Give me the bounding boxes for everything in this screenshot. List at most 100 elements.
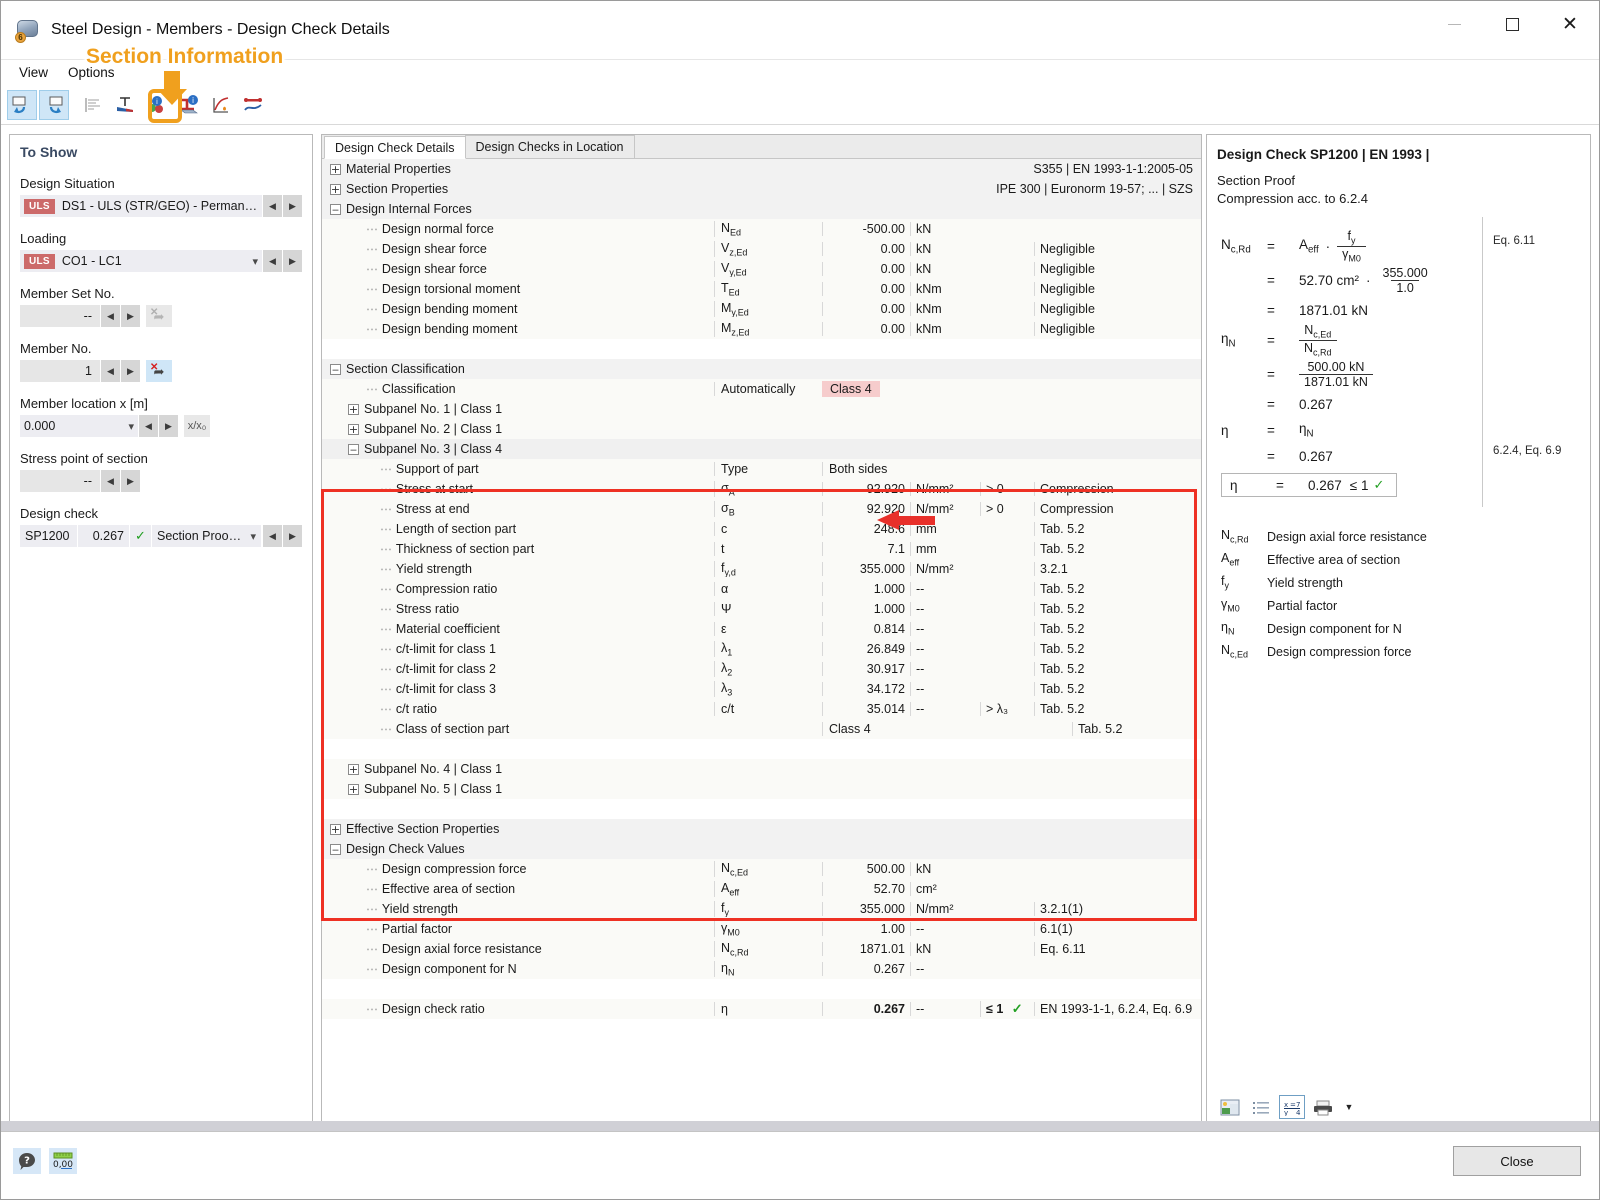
- member-location-next-button[interactable]: ▶: [158, 415, 178, 437]
- table-row: ‧‧‧ Design component for N ηN 0.267 --: [322, 959, 1201, 979]
- formula-panel-title: Design Check SP1200 | EN 1993 |: [1217, 147, 1430, 162]
- expand-toggle-icon[interactable]: +: [348, 783, 359, 795]
- member-set-input[interactable]: --: [20, 305, 100, 327]
- table-row: ‧‧‧ Effective area of section Aeff 52.70 …: [322, 879, 1201, 899]
- design-situation-row: ULS DS1 - ULS (STR/GEO) - Permane... ◀ ▶: [20, 195, 302, 217]
- design-check-prev-button[interactable]: ◀: [262, 525, 282, 547]
- maximize-button[interactable]: [1483, 1, 1541, 47]
- subpanel-5-row[interactable]: + Subpanel No. 5 | Class 1: [322, 779, 1201, 799]
- group-label: Section Properties: [346, 182, 449, 196]
- fire-design-icon[interactable]: [206, 90, 236, 120]
- design-situation-combo[interactable]: ULS DS1 - ULS (STR/GEO) - Permane...: [20, 195, 262, 217]
- menu-item-view[interactable]: View: [9, 62, 58, 83]
- stress-point-prev-button[interactable]: ◀: [100, 470, 120, 492]
- material-information-icon[interactable]: i: [142, 90, 172, 120]
- menu-item-options[interactable]: Options: [58, 62, 125, 83]
- help-button[interactable]: ?: [13, 1148, 41, 1174]
- table-row: ‧‧‧ Length of section part c 248.6 mm Tab…: [322, 519, 1201, 539]
- member-set-prev-button[interactable]: ◀: [100, 305, 120, 327]
- design-situation-next-button[interactable]: ▶: [282, 195, 302, 217]
- dropdown-arrow-icon[interactable]: ▼: [1341, 1095, 1357, 1119]
- collapse-toggle-icon[interactable]: ‒: [348, 443, 359, 455]
- stress-point-input[interactable]: --: [20, 470, 100, 492]
- tab-design-checks-in-location[interactable]: Design Checks in Location: [464, 135, 635, 158]
- member-set-pick-button[interactable]: ✕ ➦: [146, 305, 172, 327]
- subpanel-2-row[interactable]: + Subpanel No. 2 | Class 1: [322, 419, 1201, 439]
- expand-toggle-icon[interactable]: +: [330, 183, 341, 195]
- loading-label: Loading: [20, 231, 67, 246]
- member-location-label: Member location x [m]: [20, 396, 148, 411]
- row-spacer: [322, 979, 1201, 999]
- units-button[interactable]: 0,00: [49, 1148, 77, 1174]
- subpanel-4-row[interactable]: + Subpanel No. 4 | Class 1: [322, 759, 1201, 779]
- next-view-icon[interactable]: [39, 89, 69, 120]
- previous-view-icon[interactable]: [7, 89, 37, 120]
- collapse-toggle-icon[interactable]: ‒: [330, 363, 341, 375]
- member-no-next-button[interactable]: ▶: [120, 360, 140, 382]
- expand-toggle-icon[interactable]: +: [330, 823, 341, 835]
- tab-design-check-details[interactable]: Design Check Details: [324, 136, 466, 159]
- stress-point-next-button[interactable]: ▶: [120, 470, 140, 492]
- member-no-pick-button[interactable]: ✕ ➦: [146, 360, 172, 382]
- loading-combo[interactable]: ULS CO1 - LC1 ▾: [20, 250, 262, 272]
- result-diagram-icon[interactable]: [78, 90, 108, 120]
- member-no-row: 1 ◀ ▶ ✕ ➦: [20, 360, 302, 382]
- member-no-input[interactable]: 1: [20, 360, 100, 382]
- design-situation-prev-button[interactable]: ◀: [262, 195, 282, 217]
- group-effective-section-properties[interactable]: + Effective Section Properties: [322, 819, 1201, 839]
- symbol-legend: Nc,Rd Design axial force resistance Aeff…: [1207, 525, 1590, 663]
- section-information-icon[interactable]: i: [174, 90, 204, 120]
- list-icon[interactable]: [1248, 1095, 1274, 1119]
- subpanel-3-row[interactable]: ‒ Subpanel No. 3 | Class 4: [322, 439, 1201, 459]
- member-location-group: Member location x [m] 0.000 ▾ ◀ ▶ x/x₀: [10, 382, 312, 437]
- loading-next-button[interactable]: ▶: [282, 250, 302, 272]
- x-over-x0-label: x/x₀: [187, 420, 207, 432]
- formula-row-etan-result: = 0.267: [1267, 396, 1333, 412]
- subpanel-1-row[interactable]: + Subpanel No. 1 | Class 1: [322, 399, 1201, 419]
- group-label: Section Classification: [346, 362, 465, 376]
- expand-toggle-icon[interactable]: +: [348, 403, 359, 415]
- group-design-check-values[interactable]: ‒ Design Check Values: [322, 839, 1201, 859]
- picture-icon[interactable]: [1217, 1095, 1243, 1119]
- toolbar: i i: [1, 85, 1599, 125]
- expand-toggle-icon[interactable]: +: [348, 763, 359, 775]
- collapse-toggle-icon[interactable]: ‒: [330, 203, 341, 215]
- member-location-prev-button[interactable]: ◀: [138, 415, 158, 437]
- stress-point-row: -- ◀ ▶: [20, 470, 302, 492]
- table-row: ‧‧‧ Design torsional moment TEd 0.00 kNm …: [322, 279, 1201, 299]
- member-set-next-button[interactable]: ▶: [120, 305, 140, 327]
- table-row: ‧‧‧ Stress at start σA 92.920 N/mm² > 0 C…: [322, 479, 1201, 499]
- print-icon[interactable]: [1310, 1095, 1336, 1119]
- svg-text:i: i: [156, 98, 158, 106]
- group-material-properties[interactable]: + Material Properties S355 | EN 1993-1-1…: [322, 159, 1201, 179]
- member-result-icon[interactable]: [238, 90, 268, 120]
- member-no-prev-button[interactable]: ◀: [100, 360, 120, 382]
- design-check-description[interactable]: Section Proof | C... ▾: [152, 525, 262, 547]
- close-button[interactable]: Close: [1453, 1146, 1581, 1176]
- minimize-button[interactable]: [1425, 1, 1483, 47]
- group-design-internal-forces[interactable]: ‒ Design Internal Forces: [322, 199, 1201, 219]
- collapse-toggle-icon[interactable]: ‒: [330, 843, 341, 855]
- stress-distribution-icon[interactable]: [110, 90, 140, 120]
- member-location-combo[interactable]: 0.000 ▾: [20, 415, 138, 437]
- loading-prev-button[interactable]: ◀: [262, 250, 282, 272]
- design-check-details-panel: Design Check Details Design Checks in Lo…: [321, 134, 1202, 1128]
- footer-left-buttons: ? 0,00: [13, 1148, 85, 1174]
- formula-row-etan: ηN = Nc,Ed Nc,Rd: [1221, 323, 1590, 357]
- formula-values-icon[interactable]: x = 7 y 4: [1279, 1095, 1305, 1119]
- relative-location-toggle[interactable]: x/x₀: [184, 415, 210, 437]
- app-icon: 6: [15, 17, 41, 43]
- table-row: ‧‧‧ Partial factor γM0 1.00 -- 6.1(1): [322, 919, 1201, 939]
- expand-toggle-icon[interactable]: +: [330, 163, 341, 175]
- group-section-classification[interactable]: ‒ Section Classification: [322, 359, 1201, 379]
- expand-toggle-icon[interactable]: +: [348, 423, 359, 435]
- close-window-button[interactable]: ✕: [1541, 1, 1599, 47]
- group-section-properties[interactable]: + Section Properties IPE 300 | Euronorm …: [322, 179, 1201, 199]
- table-row: ‧‧‧ Yield strength fy,d 355.000 N/mm² 3.2…: [322, 559, 1201, 579]
- details-grid[interactable]: + Material Properties S355 | EN 1993-1-1…: [322, 159, 1201, 1127]
- tab-strip: Design Check Details Design Checks in Lo…: [322, 135, 1201, 159]
- design-check-id[interactable]: SP1200: [20, 525, 78, 547]
- final-ratio-ok-icon: ✓: [1373, 477, 1385, 492]
- design-check-next-button[interactable]: ▶: [282, 525, 302, 547]
- table-row: ‧‧‧ Class of section part Class 4 Tab. 5.…: [322, 719, 1201, 739]
